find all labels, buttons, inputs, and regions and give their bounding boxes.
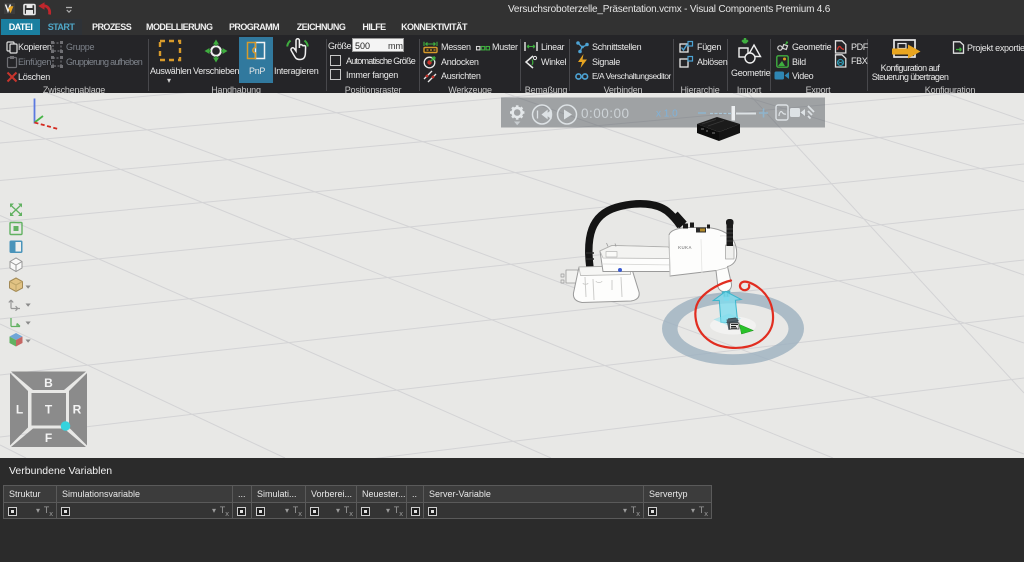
svg-text:R: R: [73, 403, 82, 417]
svg-text:F: F: [45, 431, 52, 445]
svg-text:T: T: [45, 403, 53, 417]
svg-text:B: B: [44, 376, 53, 390]
svg-text:x 1.0: x 1.0: [656, 109, 678, 120]
svg-text:L: L: [16, 403, 23, 417]
svg-text:0:00:00: 0:00:00: [581, 106, 630, 121]
svg-text:KUKA: KUKA: [678, 245, 692, 250]
